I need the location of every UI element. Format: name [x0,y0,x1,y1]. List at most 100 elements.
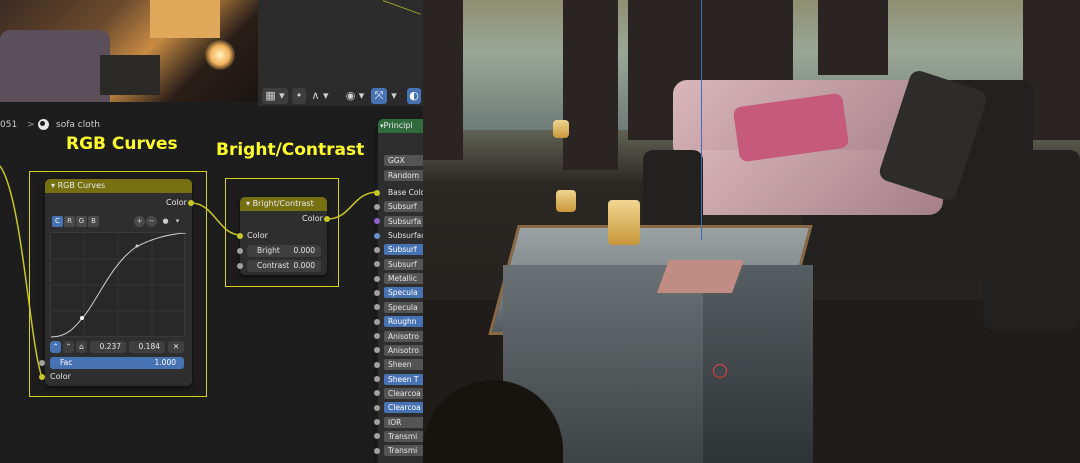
principled-row: Subsurfac [388,231,424,240]
fac-slider[interactable]: Fac 1.000 [50,357,184,369]
principled-row: Base Color [388,188,424,197]
bright-contrast-input-socket[interactable] [237,233,243,239]
channel-c-button[interactable]: C [52,216,63,227]
contrast-label: Contrast [257,261,290,270]
principled-input-socket[interactable] [374,276,380,282]
principled-row[interactable]: Transmi [384,431,424,442]
principled-input-socket[interactable] [374,347,380,353]
candle [608,200,640,245]
render-thumbnail [0,0,258,102]
chevron-down-icon[interactable]: ▾ [172,216,183,227]
principled-input-socket[interactable] [374,405,380,411]
principled-input-socket[interactable] [374,448,380,454]
bright-contrast-annotation: Bright/Contrast [216,140,365,160]
render-viewport[interactable] [423,0,1080,463]
window-pillar-2 [818,0,888,75]
bright-contrast-output-socket[interactable] [324,216,330,222]
principled-row[interactable]: Transmi [384,445,424,456]
principled-row[interactable]: Roughn [384,316,424,327]
overlay-icon[interactable]: ◉ ▾ [343,88,367,104]
principled-row[interactable]: Specula [384,302,424,313]
principled-input-socket[interactable] [374,247,380,253]
principled-row[interactable]: Clearcoa [384,388,424,399]
principled-input-socket[interactable] [374,190,380,196]
principled-input-socket[interactable] [374,319,380,325]
principled-input-socket[interactable] [374,261,380,267]
xray-icon[interactable]: ⤧ [371,88,387,104]
subsurface-method-select[interactable]: Random [384,170,424,181]
principled-row[interactable]: Sheen T [384,374,424,385]
principled-row[interactable]: Subsurf [384,201,424,212]
principled-input-socket[interactable] [374,333,380,339]
channel-r-button[interactable]: R [64,216,75,227]
thumb-lamp [205,40,235,70]
curve-graph[interactable] [50,232,187,338]
window-frame-left [423,0,463,160]
tool-vector-icon[interactable]: ⌂ [76,341,87,353]
principled-row[interactable]: Anisotro [384,331,424,342]
bright-contrast-title: Bright/Contrast [252,199,314,208]
contrast-value: 0.000 [293,261,315,270]
channel-g-button[interactable]: G [76,216,87,227]
trunk-pink-label [656,260,745,293]
zoom-out-icon[interactable]: − [146,216,157,227]
principled-input-socket[interactable] [374,390,380,396]
bright-input-socket[interactable] [237,248,243,254]
principled-input-socket[interactable] [374,433,380,439]
bright-contrast-output-label: Color [302,214,323,223]
principled-input-socket[interactable] [374,218,380,224]
dropdown-icon[interactable]: ▾ [388,88,400,104]
principled-row[interactable]: Subsurf [384,244,424,255]
rgb-curves-input-socket[interactable] [39,374,45,380]
channel-b-button[interactable]: B [88,216,99,227]
thumb-sofa [0,30,110,102]
principled-input-socket[interactable] [374,376,380,382]
proportional-icon[interactable]: • [292,88,306,104]
fac-input-socket[interactable] [39,360,45,366]
bright-value: 0.000 [293,246,315,255]
candle-small [553,120,569,138]
zoom-in-icon[interactable]: + [134,216,145,227]
principled-input-socket[interactable] [374,304,380,310]
principled-input-socket[interactable] [374,233,380,239]
principled-input-socket[interactable] [374,362,380,368]
3d-cursor[interactable] [713,364,727,378]
principled-input-socket[interactable] [374,204,380,210]
principled-row[interactable]: Subsurf [384,259,424,270]
principled-row[interactable]: Anisotro [384,345,424,356]
bright-field[interactable]: Bright 0.000 [247,245,321,257]
shading-icon[interactable]: ◐ [407,88,421,104]
grid-snap-icon[interactable]: ▦ ▾ [262,88,288,104]
falloff-icon[interactable]: ∧ ▾ [308,88,332,104]
principled-row[interactable]: IOR [384,417,424,428]
rgb-curves-output-socket[interactable] [188,200,194,206]
sofa-arm-right [983,150,1080,330]
bright-contrast-header: ▾ Bright/Contrast [240,197,327,211]
curve-point-y[interactable]: 0.184 [129,341,165,353]
principled-row[interactable]: Clearcoa [384,402,424,413]
curve-line [50,232,187,338]
principled-input-socket[interactable] [374,290,380,296]
delete-point-icon[interactable]: ✕ [168,341,184,353]
candle-jar [556,190,576,212]
thumb-table [100,55,160,95]
settings-icon[interactable]: ● [160,216,171,227]
principled-row[interactable]: Specula [384,287,424,298]
object-axis-line [701,0,702,240]
rgb-curves-annotation: RGB Curves [66,134,178,154]
principled-input-socket[interactable] [374,419,380,425]
distribution-select[interactable]: GGX [384,155,424,166]
principled-row[interactable]: Sheen [384,359,424,370]
window-pillar [563,0,618,170]
fac-value: 1.000 [154,358,176,367]
contrast-input-socket[interactable] [237,263,243,269]
fac-label: Fac [60,358,73,367]
principled-row[interactable]: Subsurfa [384,216,424,227]
principled-row[interactable]: Metallic [384,273,424,284]
rgb-curves-output-label: Color [166,198,187,207]
tool-handle-icon[interactable]: ⌃ [63,341,74,353]
rgb-curves-title: RGB Curves [57,181,106,190]
curve-point-x[interactable]: 0.237 [90,341,126,353]
contrast-field[interactable]: Contrast 0.000 [247,260,321,272]
tool-select-icon[interactable]: ⌃ [50,341,61,353]
